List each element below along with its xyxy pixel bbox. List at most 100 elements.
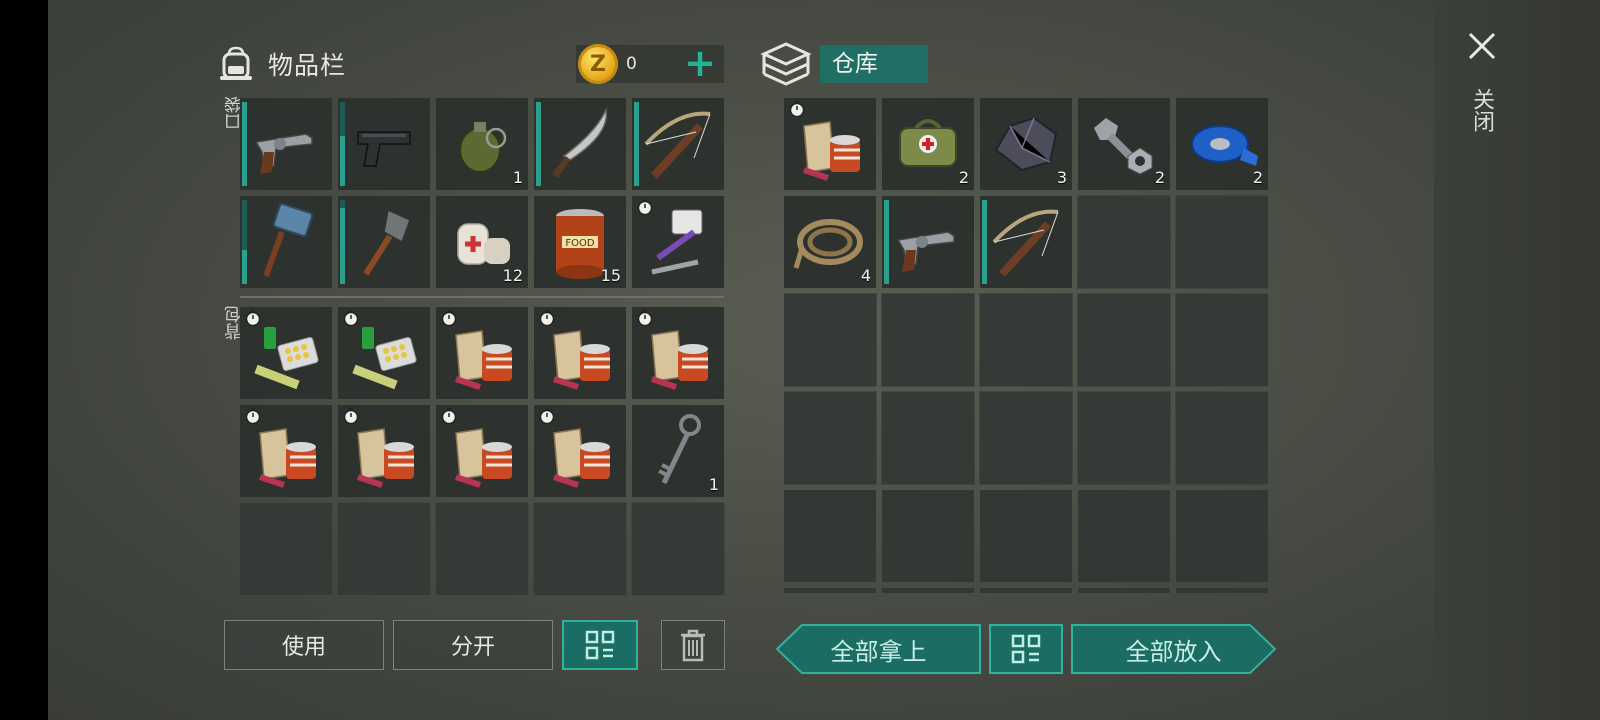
empty-slot[interactable] [337,502,431,596]
item-slot[interactable] [436,405,528,497]
empty-slot[interactable] [979,391,1073,485]
empty-slot[interactable] [881,293,975,387]
use-button[interactable]: 使用 [224,620,384,670]
ore-icon [994,116,1058,172]
coin-count: 0 [626,54,637,74]
crossbow-icon [644,111,711,179]
item-quantity: 2 [958,168,969,187]
item-slot[interactable]: 12 [436,196,528,288]
pistol-icon [357,131,411,167]
revolver-icon [896,231,955,272]
item-quantity: 15 [600,266,621,285]
item-slot[interactable]: 3 [980,98,1072,190]
empty-slot[interactable] [979,293,1073,387]
close-label[interactable]: 关闭 [1466,88,1494,132]
empty-slot[interactable] [1077,391,1171,485]
item-slot[interactable] [980,196,1072,288]
item-quantity: 3 [1056,168,1067,187]
duct-tape-icon [1191,125,1258,166]
sort-warehouse-button[interactable] [989,624,1063,674]
grid-sort-icon [1011,634,1041,664]
timer-icon [245,408,261,425]
empty-slot[interactable] [1176,588,1268,593]
item-quantity: 1 [512,168,523,187]
add-coins-button[interactable]: + [684,44,716,82]
warehouse-grid: 2 3 2 2 4 [784,98,1268,593]
empty-slot[interactable] [533,502,627,596]
backpack-grid: 1 [239,307,725,596]
item-slot[interactable] [632,196,724,288]
backpack-icon [220,46,252,80]
empty-slot[interactable] [980,490,1072,582]
put-all-button[interactable]: 全部放入 [1071,624,1276,674]
item-quantity: 12 [502,266,523,285]
shovel-icon [363,208,411,276]
item-slot[interactable] [534,307,626,399]
empty-slot[interactable] [784,588,876,593]
empty-slot[interactable] [631,502,725,596]
close-icon[interactable] [1464,28,1500,64]
delete-button[interactable] [661,620,725,670]
first-aid-bag-icon [899,119,957,167]
empty-slot[interactable] [1175,293,1268,387]
item-slot[interactable] [632,307,724,399]
item-slot[interactable]: 1 [632,405,724,497]
item-slot[interactable] [632,98,724,190]
item-slot[interactable] [240,98,332,190]
item-slot[interactable] [534,98,626,190]
item-slot[interactable]: 2 [1078,98,1170,190]
item-slot[interactable] [784,98,876,190]
item-quantity: 4 [860,266,871,285]
item-slot[interactable] [240,307,332,399]
coin-balance: Z 0 + [576,44,724,84]
item-slot[interactable] [338,196,430,288]
inventory-header: 物品栏 [218,42,346,86]
timer-icon [343,310,359,327]
item-slot[interactable] [338,405,430,497]
take-all-label: 全部拿上 [830,637,927,666]
timer-icon [789,101,805,118]
empty-slot[interactable] [881,391,975,485]
timer-icon [539,310,555,327]
empty-slot[interactable] [784,490,876,582]
item-quantity: 2 [1252,168,1263,187]
split-button[interactable]: 分开 [393,620,553,670]
empty-slot[interactable] [1077,293,1171,387]
timer-icon [245,310,261,327]
empty-slot[interactable] [435,502,529,596]
empty-slot[interactable] [882,588,974,593]
sort-inventory-button[interactable] [562,620,638,670]
empty-slot[interactable] [1176,490,1268,582]
item-slot[interactable] [338,307,430,399]
empty-slot[interactable] [1078,588,1170,593]
item-slot[interactable] [338,98,430,190]
machete-icon [552,107,608,178]
item-slot[interactable] [240,405,332,497]
empty-slot[interactable] [784,391,877,485]
grenade-icon [459,122,507,173]
item-slot[interactable]: 4 [784,196,876,288]
item-slot[interactable] [436,307,528,399]
rope-icon [793,219,863,269]
timer-icon [343,408,359,425]
item-slot[interactable]: 2 [882,98,974,190]
empty-slot[interactable] [980,588,1072,593]
item-slot[interactable] [534,405,626,497]
empty-slot[interactable] [239,502,333,596]
empty-slot[interactable] [882,490,974,582]
item-slot[interactable]: 1 [436,98,528,190]
empty-slot[interactable] [1078,490,1170,582]
put-all-label: 全部放入 [1125,637,1222,666]
empty-slot[interactable] [1175,195,1268,289]
item-slot[interactable]: 2 [1176,98,1268,190]
item-slot[interactable]: FOOD 15 [534,196,626,288]
item-slot[interactable] [240,196,332,288]
svg-text:FOOD: FOOD [565,238,594,249]
empty-slot[interactable] [1175,391,1268,485]
empty-slot[interactable] [784,293,877,387]
grid-sort-icon [585,630,615,660]
timer-icon [441,310,457,327]
empty-slot[interactable] [1077,195,1171,289]
item-slot[interactable] [882,196,974,288]
take-all-button[interactable]: 全部拿上 [776,624,981,674]
